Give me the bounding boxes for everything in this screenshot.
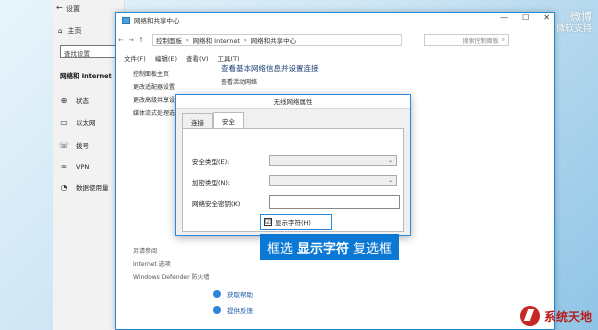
breadcrumb-item[interactable]: 网络和 Internet (193, 35, 240, 45)
help-icon (213, 290, 221, 298)
feedback-icon (213, 306, 221, 314)
menu-file[interactable]: 文件(F) (124, 53, 146, 63)
weibo-sub-text: 微软支持 (555, 24, 592, 34)
chevron-down-icon: ⌄ (387, 157, 393, 164)
link-firewall[interactable]: Windows Defender 防火墙 (133, 272, 209, 281)
close-button[interactable]: ✕ (543, 13, 550, 22)
security-type-select[interactable]: ⌄ (269, 155, 397, 166)
feedback-label: 提供反馈 (227, 307, 253, 315)
window-title-text: 网络和共享中心 (134, 17, 180, 25)
weibo-watermark: 微博 微软支持 (556, 10, 592, 36)
see-also: 另请参阅 Internet 选项 Windows Defender 防火墙 (133, 246, 209, 285)
tab-security[interactable]: 安全 (213, 112, 244, 129)
nav-item-vpn[interactable]: ∞ VPN (59, 162, 90, 171)
menu-edit[interactable]: 编辑(E) (155, 53, 177, 63)
menu-tools[interactable]: 工具(T) (218, 53, 240, 63)
home-icon: ⌂ (58, 27, 63, 35)
settings-search-input[interactable]: 查找设置 (60, 45, 120, 58)
window-title: 网络和共享中心 (122, 15, 180, 25)
menu-bar: 文件(F) 编辑(E) 查看(V) 工具(T) (124, 53, 240, 63)
nav-item-dialup[interactable]: ☏ 拨号 (59, 140, 89, 151)
search-icon: ⌕ (501, 36, 505, 43)
breadcrumb-item[interactable]: 控制面板 (156, 35, 182, 45)
minimize-button[interactable]: — (500, 13, 508, 22)
nav-item-data-usage[interactable]: ◔ 数据使用量 (59, 182, 109, 193)
nav-home-label: 主页 (67, 27, 82, 35)
caption-highlight: 显示字符 (297, 241, 350, 257)
link-control-panel-home[interactable]: 控制面板主页 (133, 69, 206, 78)
section-title: 网络和 Internet (60, 72, 112, 80)
control-panel-search-input[interactable]: 搜索控制面板 ⌕ (424, 34, 509, 46)
weibo-text: 微博 (570, 10, 592, 23)
chevron-right-icon: › (244, 36, 247, 44)
page-title: 查看基本网络信息并设置连接 (221, 64, 319, 73)
site-name: 系统天地 (543, 309, 592, 324)
caption-text-1: 框选 (267, 241, 294, 257)
globe-icon: ⊕ (60, 95, 68, 105)
data-usage-icon: ◔ (60, 182, 68, 192)
up-arrow-icon[interactable]: ↑ (136, 36, 146, 44)
site-watermark: 系统天地 (519, 306, 592, 326)
back-icon[interactable]: ← (56, 3, 63, 12)
see-also-title: 另请参阅 (133, 248, 158, 255)
nav-item-status[interactable]: ⊕ 状态 (59, 95, 89, 106)
site-logo-icon (519, 306, 540, 326)
breadcrumb-item[interactable]: 网络和共享中心 (251, 35, 297, 45)
encryption-type-select[interactable]: ⌄ (269, 175, 397, 186)
caption-text-2: 复选框 (353, 241, 393, 257)
network-center-icon (122, 16, 130, 24)
breadcrumb[interactable]: 控制面板 › 网络和 Internet › 网络和共享中心 (152, 34, 402, 46)
maximize-button[interactable]: ☐ (522, 13, 529, 22)
encryption-type-label: 加密类型(N): (192, 179, 231, 187)
forward-arrow-icon[interactable]: → (126, 36, 136, 44)
security-type-label: 安全类型(E): (192, 158, 230, 166)
nav-item-label: 拨号 (76, 142, 89, 150)
nav-item-label: 以太网 (76, 119, 96, 127)
dialog-title: 无线网络属性 (176, 95, 410, 109)
ethernet-icon: ▭ (60, 117, 68, 127)
back-arrow-icon[interactable]: ← (116, 36, 126, 44)
search-placeholder: 搜索控制面板 (462, 37, 499, 45)
help-links: 获取帮助 提供反馈 (213, 289, 253, 321)
nav-item-label: 状态 (76, 97, 89, 105)
settings-title: 设置 (66, 5, 80, 13)
chevron-down-icon: ⌄ (387, 177, 393, 184)
active-networks-label: 查看活动网络 (221, 79, 258, 86)
dialup-icon: ☏ (59, 140, 70, 150)
feedback-link[interactable]: 提供反馈 (213, 305, 253, 315)
checkbox-checked-icon[interactable]: ☑ (264, 218, 272, 226)
get-help-link[interactable]: 获取帮助 (213, 289, 253, 299)
security-key-input[interactable] (269, 195, 400, 209)
nav-home[interactable]: ⌂ 主页 (58, 26, 81, 36)
menu-view[interactable]: 查看(V) (186, 53, 209, 63)
vpn-icon: ∞ (60, 162, 68, 171)
chevron-right-icon: › (186, 36, 189, 44)
instruction-caption: 框选 显示字符 复选框 (260, 234, 400, 260)
show-characters-checkbox[interactable]: ☑ 显示字符(H) (260, 214, 332, 230)
nav-item-label: 数据使用量 (76, 184, 109, 192)
show-characters-label: 显示字符(H) (275, 219, 311, 227)
link-change-adapter[interactable]: 更改适配器设置 (133, 82, 206, 91)
security-key-label: 网络安全密钥(K) (192, 200, 241, 208)
address-bar: ← → ↑ 控制面板 › 网络和 Internet › 网络和共享中心 搜索控制… (116, 33, 554, 47)
nav-item-label: VPN (76, 162, 90, 171)
get-help-label: 获取帮助 (227, 291, 253, 299)
link-internet-options[interactable]: Internet 选项 (133, 259, 209, 268)
nav-item-ethernet[interactable]: ▭ 以太网 (59, 117, 96, 128)
